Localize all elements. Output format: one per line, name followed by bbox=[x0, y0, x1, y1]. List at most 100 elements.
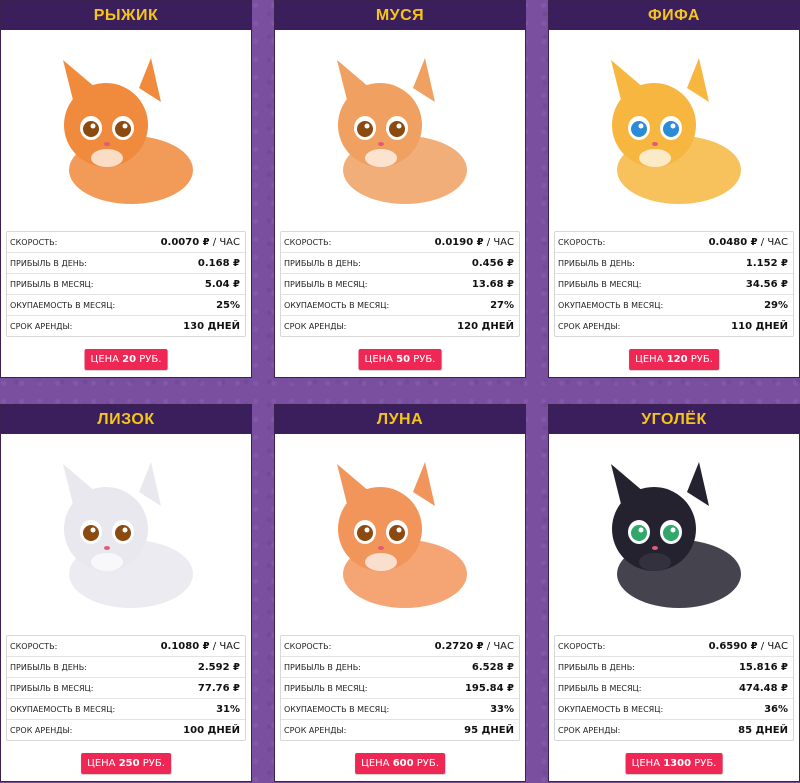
stat-label: СРОК АРЕНДЫ: bbox=[10, 725, 73, 735]
stat-per-day: ПРИБЫЛЬ В ДЕНЬ: 1.152 ₽ bbox=[555, 253, 793, 274]
kitten-drawing bbox=[337, 462, 467, 608]
stat-value: 0.1080 ₽ bbox=[160, 640, 210, 652]
kitten-drawing bbox=[337, 58, 467, 204]
stat-label: ПРИБЫЛЬ В ДЕНЬ: bbox=[284, 662, 361, 672]
stat-speed: СКОРОСТЬ: 0.0480 ₽ / ЧАС bbox=[555, 232, 793, 253]
stat-value: 2.592 ₽ bbox=[197, 661, 240, 673]
stat-label: ОКУПАЕМОСТЬ В МЕСЯЦ: bbox=[10, 300, 116, 310]
stat-value: 0.168 ₽ bbox=[197, 257, 240, 269]
buy-price-button[interactable]: ЦЕНА 250 РУБ. bbox=[81, 753, 171, 774]
stat-label: ПРИБЫЛЬ В МЕСЯЦ: bbox=[10, 683, 94, 693]
stats-table: СКОРОСТЬ: 0.0190 ₽ / ЧАС ПРИБЫЛЬ В ДЕНЬ:… bbox=[280, 231, 520, 337]
stat-per-month: ПРИБЫЛЬ В МЕСЯЦ: 34.56 ₽ bbox=[555, 274, 793, 295]
card-title: МУСЯ bbox=[275, 1, 525, 30]
stat-value: 195.84 ₽ bbox=[464, 682, 514, 694]
stat-value: 25% bbox=[216, 299, 240, 311]
stat-value: 6.528 ₽ bbox=[471, 661, 514, 673]
card-title: РЫЖИК bbox=[1, 1, 251, 30]
stat-payback: ОКУПАЕМОСТЬ В МЕСЯЦ: 31% bbox=[7, 699, 245, 720]
stat-value: 15.816 ₽ bbox=[738, 661, 788, 673]
buy-price-button[interactable]: ЦЕНА 50 РУБ. bbox=[358, 349, 442, 370]
stat-label: СКОРОСТЬ: bbox=[10, 641, 58, 651]
stats-table: СКОРОСТЬ: 0.2720 ₽ / ЧАС ПРИБЫЛЬ В ДЕНЬ:… bbox=[280, 635, 520, 741]
kitten-card: ЛУНА СКОРОСТЬ: 0.2720 ₽ / ЧАС ПРИБЫЛЬ В … bbox=[274, 404, 526, 782]
card-title: ЛИЗОК bbox=[1, 405, 251, 434]
stat-label: СРОК АРЕНДЫ: bbox=[284, 321, 347, 331]
stat-value: 0.6590 ₽ bbox=[708, 640, 758, 652]
stat-value: 110 ДНЕЙ bbox=[731, 320, 788, 332]
stat-label: ПРИБЫЛЬ В ДЕНЬ: bbox=[10, 662, 87, 672]
price-amount: 120 bbox=[666, 354, 688, 365]
stat-per-month: ПРИБЫЛЬ В МЕСЯЦ: 5.04 ₽ bbox=[7, 274, 245, 295]
price-suffix: РУБ. bbox=[691, 758, 717, 769]
stat-value: 77.76 ₽ bbox=[197, 682, 240, 694]
stat-label: ПРИБЫЛЬ В МЕСЯЦ: bbox=[558, 683, 642, 693]
stat-payback: ОКУПАЕМОСТЬ В МЕСЯЦ: 25% bbox=[7, 295, 245, 316]
stat-label: СКОРОСТЬ: bbox=[558, 237, 606, 247]
stat-label: СРОК АРЕНДЫ: bbox=[284, 725, 347, 735]
stats-table: СКОРОСТЬ: 0.1080 ₽ / ЧАС ПРИБЫЛЬ В ДЕНЬ:… bbox=[6, 635, 246, 741]
stat-speed: СКОРОСТЬ: 0.1080 ₽ / ЧАС bbox=[7, 636, 245, 657]
kitten-drawing bbox=[63, 462, 193, 608]
stat-label: ПРИБЫЛЬ В МЕСЯЦ: bbox=[558, 279, 642, 289]
stat-term: СРОК АРЕНДЫ: 120 ДНЕЙ bbox=[281, 316, 519, 336]
kitten-image bbox=[549, 30, 799, 230]
stat-per-day: ПРИБЫЛЬ В ДЕНЬ: 0.456 ₽ bbox=[281, 253, 519, 274]
stat-term: СРОК АРЕНДЫ: 110 ДНЕЙ bbox=[555, 316, 793, 336]
stat-label: ПРИБЫЛЬ В МЕСЯЦ: bbox=[284, 279, 368, 289]
stat-label: СРОК АРЕНДЫ: bbox=[558, 321, 621, 331]
stat-label: СРОК АРЕНДЫ: bbox=[558, 725, 621, 735]
stat-label: СКОРОСТЬ: bbox=[558, 641, 606, 651]
stats-table: СКОРОСТЬ: 0.6590 ₽ / ЧАС ПРИБЫЛЬ В ДЕНЬ:… bbox=[554, 635, 794, 741]
stat-value: 29% bbox=[764, 299, 788, 311]
price-amount: 600 bbox=[392, 758, 414, 769]
price-prefix: ЦЕНА bbox=[635, 354, 667, 365]
kitten-drawing bbox=[611, 462, 741, 608]
kitten-card: УГОЛЁК СКОРОСТЬ: 0.6590 ₽ / ЧАС ПРИБЫЛЬ … bbox=[548, 404, 800, 782]
stat-speed: СКОРОСТЬ: 0.2720 ₽ / ЧАС bbox=[281, 636, 519, 657]
price-amount: 20 bbox=[122, 354, 137, 365]
kitten-image bbox=[549, 434, 799, 634]
stat-value: 474.48 ₽ bbox=[738, 682, 788, 694]
stat-value: 0.0480 ₽ bbox=[708, 236, 758, 248]
stat-value: 0.2720 ₽ bbox=[434, 640, 484, 652]
stat-value: 95 ДНЕЙ bbox=[464, 724, 514, 736]
stat-term: СРОК АРЕНДЫ: 100 ДНЕЙ bbox=[7, 720, 245, 740]
stat-value: 130 ДНЕЙ bbox=[183, 320, 240, 332]
stat-label: ОКУПАЕМОСТЬ В МЕСЯЦ: bbox=[10, 704, 116, 714]
kitten-drawing bbox=[63, 58, 193, 204]
buy-price-button[interactable]: ЦЕНА 20 РУБ. bbox=[84, 349, 168, 370]
stat-label: ПРИБЫЛЬ В МЕСЯЦ: bbox=[284, 683, 368, 693]
price-amount: 250 bbox=[118, 758, 140, 769]
buy-price-button[interactable]: ЦЕНА 600 РУБ. bbox=[355, 753, 445, 774]
price-suffix: РУБ. bbox=[139, 758, 165, 769]
stat-per-day: ПРИБЫЛЬ В ДЕНЬ: 6.528 ₽ bbox=[281, 657, 519, 678]
stat-speed: СКОРОСТЬ: 0.0190 ₽ / ЧАС bbox=[281, 232, 519, 253]
stat-label: ОКУПАЕМОСТЬ В МЕСЯЦ: bbox=[558, 300, 664, 310]
stat-value: 1.152 ₽ bbox=[745, 257, 788, 269]
buy-price-button[interactable]: ЦЕНА 120 РУБ. bbox=[629, 349, 719, 370]
kitten-card: РЫЖИК СКОРОСТЬ: 0.0070 ₽ / ЧАС ПРИБЫЛЬ В… bbox=[0, 0, 252, 378]
stat-value: 100 ДНЕЙ bbox=[183, 724, 240, 736]
stat-label: ПРИБЫЛЬ В МЕСЯЦ: bbox=[10, 279, 94, 289]
stat-label: ОКУПАЕМОСТЬ В МЕСЯЦ: bbox=[558, 704, 664, 714]
price-prefix: ЦЕНА bbox=[90, 354, 123, 365]
stat-value: 85 ДНЕЙ bbox=[738, 724, 788, 736]
kitten-image bbox=[1, 30, 251, 230]
price-suffix: РУБ. bbox=[136, 354, 162, 365]
speed-unit: / ЧАС bbox=[757, 640, 788, 652]
kitten-card: МУСЯ СКОРОСТЬ: 0.0190 ₽ / ЧАС ПРИБЫЛЬ В … bbox=[274, 0, 526, 378]
price-prefix: ЦЕНА bbox=[361, 758, 393, 769]
price-suffix: РУБ. bbox=[413, 758, 439, 769]
stat-value: 13.68 ₽ bbox=[471, 278, 514, 290]
stat-value: 33% bbox=[490, 703, 514, 715]
card-title: ФИФА bbox=[549, 1, 799, 30]
kitten-image bbox=[275, 30, 525, 230]
stat-payback: ОКУПАЕМОСТЬ В МЕСЯЦ: 29% bbox=[555, 295, 793, 316]
stat-speed: СКОРОСТЬ: 0.6590 ₽ / ЧАС bbox=[555, 636, 793, 657]
buy-price-button[interactable]: ЦЕНА 1300 РУБ. bbox=[625, 753, 723, 774]
stat-per-month: ПРИБЫЛЬ В МЕСЯЦ: 77.76 ₽ bbox=[7, 678, 245, 699]
stat-value: 36% bbox=[764, 703, 788, 715]
stat-value: 0.456 ₽ bbox=[471, 257, 514, 269]
stat-value: 27% bbox=[490, 299, 514, 311]
